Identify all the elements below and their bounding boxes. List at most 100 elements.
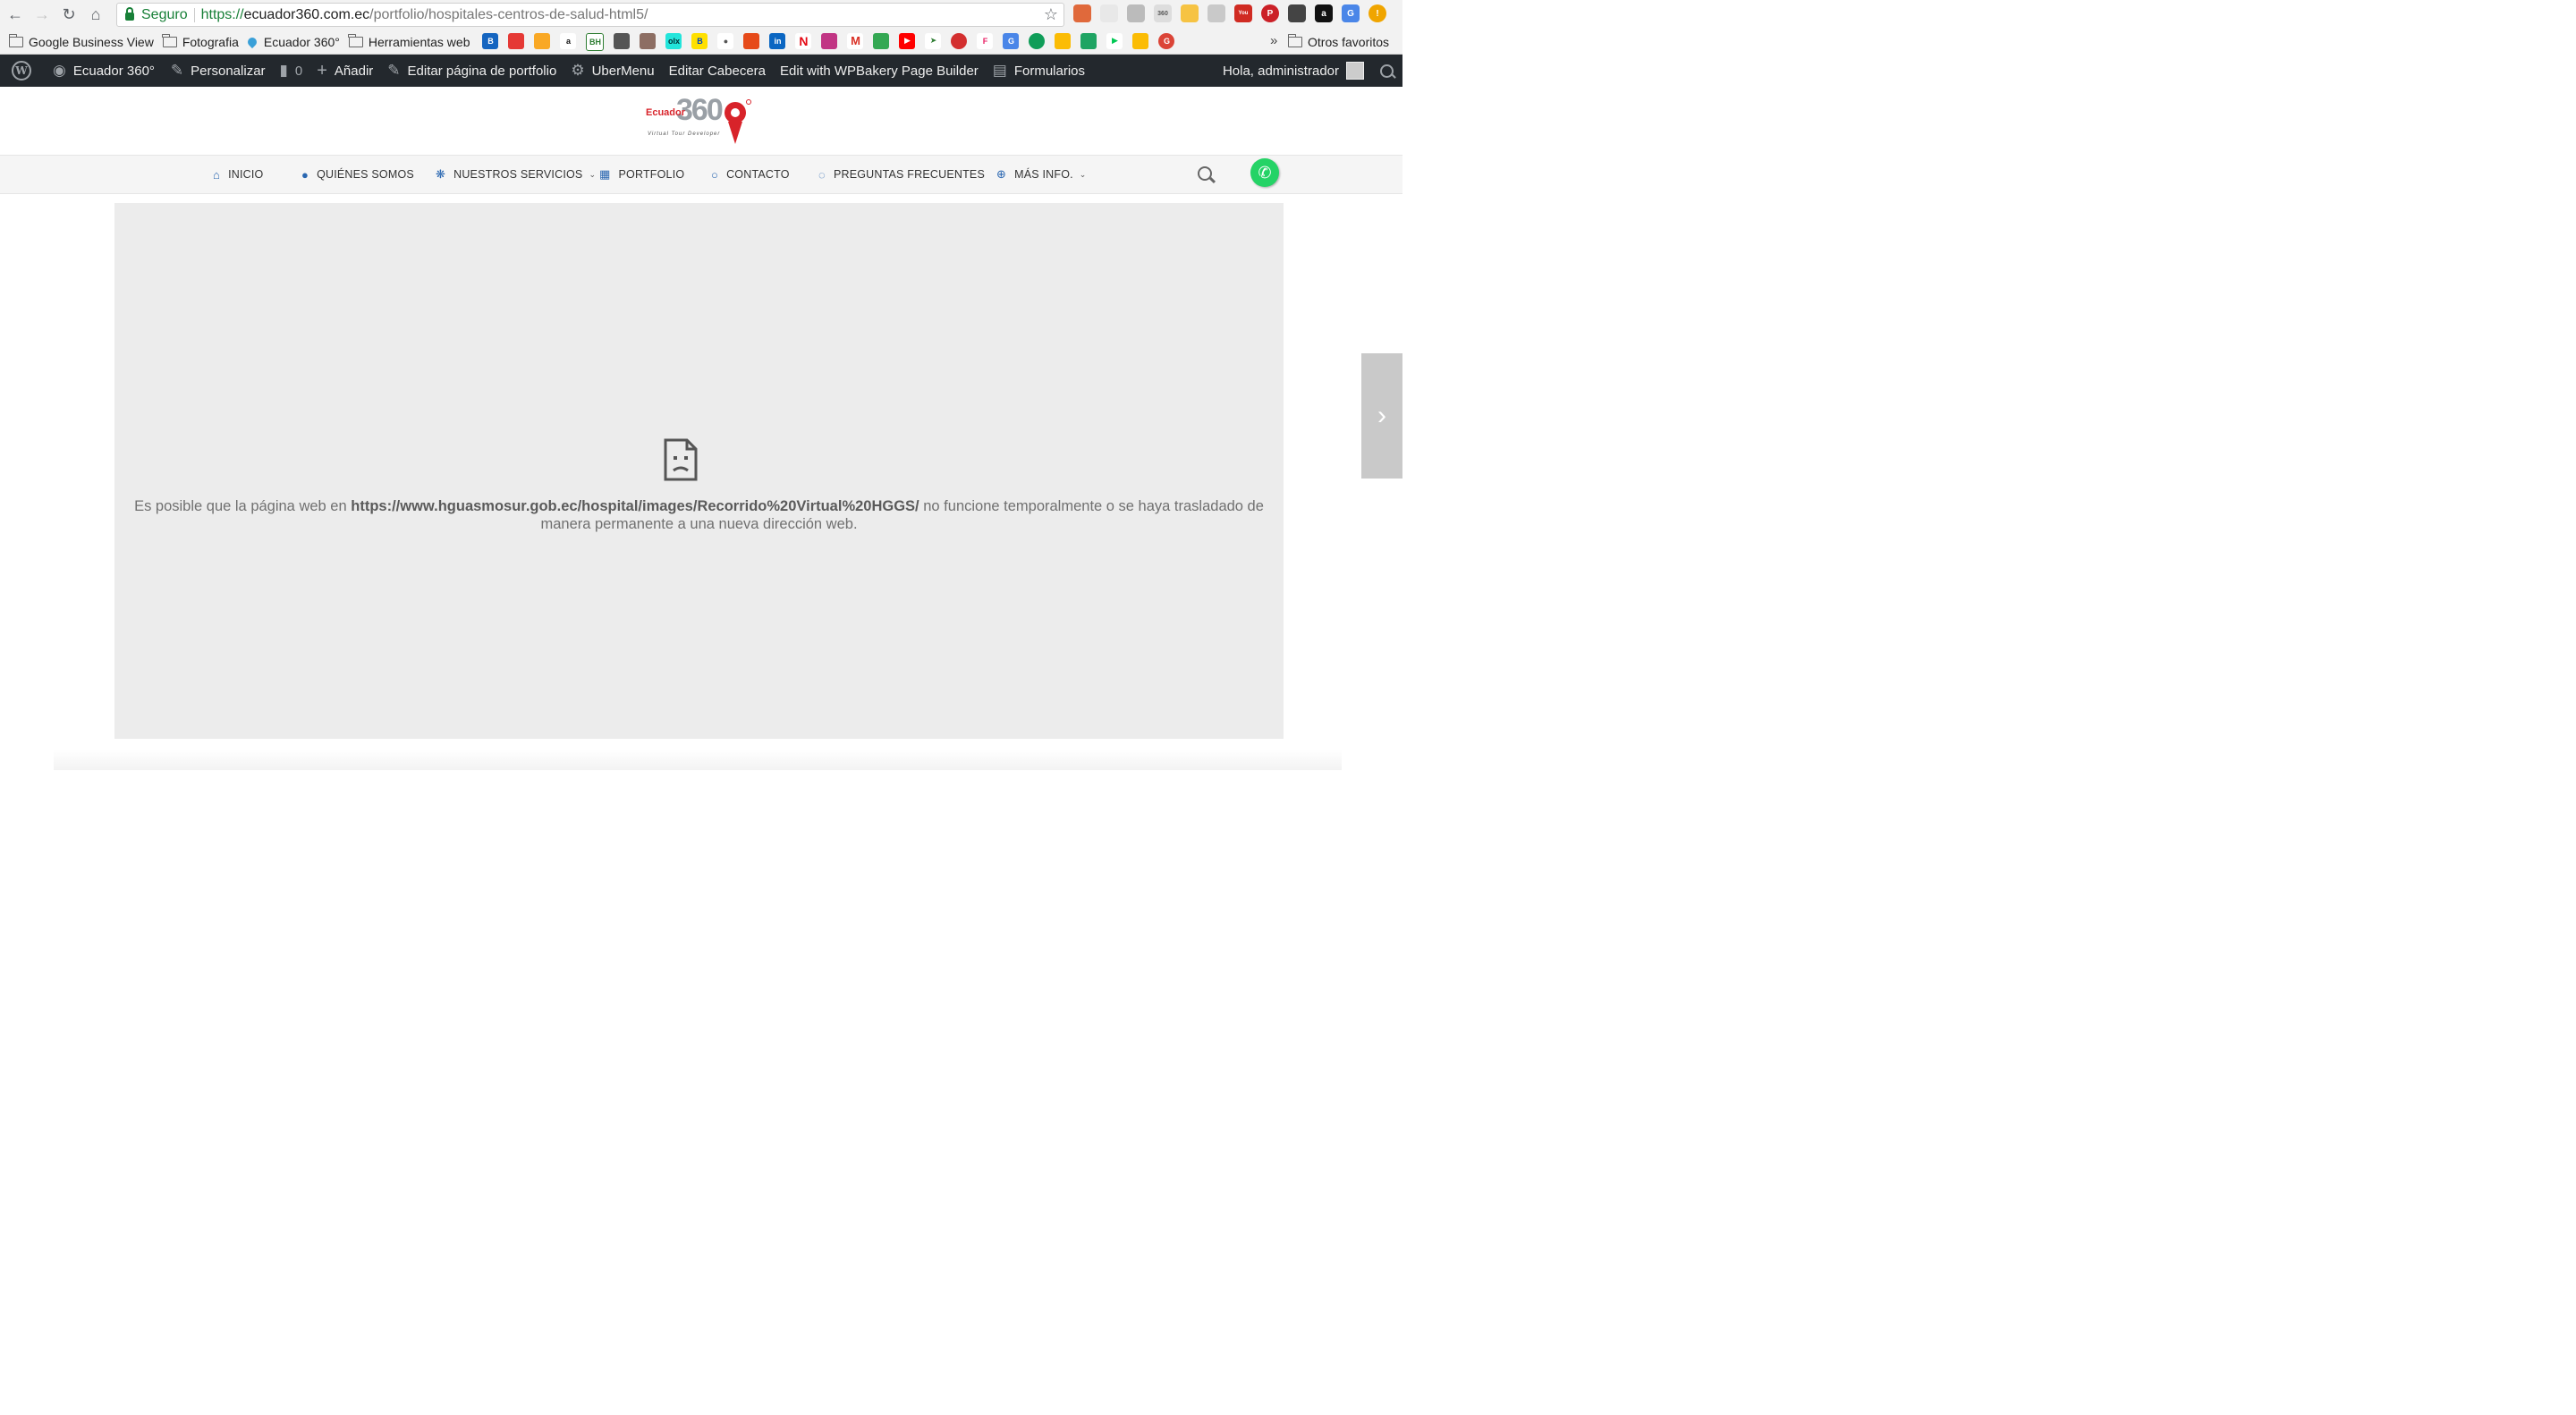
google-drive-icon[interactable]: [1181, 4, 1199, 22]
logo-pin-icon: [724, 99, 751, 144]
google-plus-icon[interactable]: G: [1158, 32, 1175, 49]
edit-header-link[interactable]: Editar Cabecera: [662, 64, 773, 79]
nav-item-preguntas-frecuentes[interactable]: ◌ PREGUNTAS FRECUENTES: [818, 156, 985, 193]
extension-icon[interactable]: [1288, 4, 1306, 22]
bookmark-link[interactable]: Ecuador 360°: [245, 35, 340, 49]
forward-button[interactable]: →: [29, 2, 55, 29]
other-bookmarks[interactable]: Otros favoritos: [1287, 34, 1389, 49]
bookmark-icon[interactable]: F: [977, 32, 994, 49]
google-maps-icon[interactable]: [873, 32, 890, 49]
home-button[interactable]: ⌂: [82, 2, 109, 29]
nav-item-mas-info[interactable]: ⊕ MÁS INFO. ⌄: [996, 156, 1087, 193]
bookmark-icon[interactable]: [640, 32, 657, 49]
comments-link[interactable]: ▮ 0: [273, 62, 310, 80]
home-icon: ⌂: [213, 167, 221, 182]
wordpress-icon: W: [12, 61, 31, 80]
wp-admin-bar: W ◉ Ecuador 360° ✎ Personalizar ▮ 0 + Añadir…: [0, 55, 1402, 87]
bookmarks-bar: Google Business View Fotografia Ecuador …: [0, 30, 1402, 55]
olx-icon[interactable]: olx: [665, 32, 682, 49]
nav-item-portfolio[interactable]: ▦ PORTFOLIO: [599, 156, 684, 193]
extension-icon[interactable]: 360: [1154, 4, 1172, 22]
extension-icon[interactable]: [1100, 4, 1118, 22]
customize-link[interactable]: ✎ Personalizar: [164, 62, 273, 80]
folder-icon: [8, 33, 23, 47]
gmail-icon[interactable]: M: [847, 32, 864, 49]
extension-icon[interactable]: [1127, 4, 1145, 22]
nav-item-contacto[interactable]: ○ CONTACTO: [711, 156, 790, 193]
translate-icon[interactable]: G: [1342, 4, 1360, 22]
next-project-button[interactable]: ›: [1361, 353, 1402, 479]
search-icon[interactable]: [1380, 64, 1394, 78]
nav-item-quienes-somos[interactable]: ● QUIÉNES SOMOS: [301, 156, 414, 193]
bookmark-folder[interactable]: Herramientas web: [348, 33, 470, 49]
chat-icon: ◌: [818, 167, 826, 182]
browser-toolbar: ← → ↻ ⌂ Seguro https://ecuador360.com.ec…: [0, 0, 1402, 30]
amazon-icon[interactable]: a: [560, 32, 577, 49]
office-icon[interactable]: [743, 32, 760, 49]
bookmark-icons: B a BH olx B ● in N M ▶ ➤ F G ▶ G: [482, 32, 1175, 51]
back-button[interactable]: ←: [2, 2, 29, 29]
url-host: ecuador360.com.ec: [243, 6, 370, 22]
url-path: /portfolio/hospitales-centros-de-salud-h…: [369, 6, 648, 22]
youtube-icon[interactable]: You: [1234, 4, 1252, 22]
site-logo[interactable]: 360 Ecuador Virtual Tour Developer: [646, 93, 753, 148]
bookmark-folder[interactable]: Fotografia: [162, 33, 239, 49]
amazon-icon[interactable]: a: [1315, 4, 1333, 22]
folder-icon: [162, 33, 177, 47]
embedded-tour-frame[interactable]: [114, 203, 1284, 739]
linkedin-icon[interactable]: in: [769, 32, 786, 49]
error-url: https://www.hguasmosur.gob.ec/hospital/i…: [351, 498, 919, 514]
forms-link[interactable]: ▤ Formularios: [986, 62, 1092, 80]
youtube-icon[interactable]: ▶: [899, 32, 916, 49]
gears-icon: ⚙: [571, 62, 585, 79]
photos-icon[interactable]: [1055, 32, 1072, 49]
bookmark-icon[interactable]: [614, 32, 631, 49]
translate-icon[interactable]: G: [1003, 32, 1020, 49]
bookmark-icon[interactable]: [534, 32, 551, 49]
keep-icon[interactable]: [1132, 32, 1149, 49]
bookmark-folder[interactable]: Google Business View: [8, 33, 154, 49]
plus-circle-icon: ⊕: [996, 167, 1007, 181]
apple-icon[interactable]: ●: [717, 32, 734, 49]
skype-icon[interactable]: [1208, 4, 1225, 22]
bookmark-icon[interactable]: [508, 32, 525, 49]
bookmark-star-icon[interactable]: ☆: [1044, 5, 1058, 24]
bookmark-icon[interactable]: [951, 32, 968, 49]
bookmark-icon[interactable]: B: [482, 32, 499, 49]
nav-item-nuestros-servicios[interactable]: ❋ NUESTROS SERVICIOS ⌄: [436, 156, 596, 193]
grid-icon: ▦: [599, 167, 611, 181]
whatsapp-icon[interactable]: ✆: [1250, 158, 1279, 187]
lock-icon: [125, 6, 134, 21]
bookmark-icon[interactable]: BH: [586, 32, 605, 51]
bookmark-icon[interactable]: ➤: [925, 32, 942, 49]
map-pin-icon: [245, 35, 258, 48]
instagram-icon[interactable]: [821, 32, 838, 49]
comment-icon: ▮: [279, 62, 288, 79]
alert-icon[interactable]: !: [1368, 4, 1386, 22]
add-new-link[interactable]: + Añadir: [309, 61, 380, 81]
forms-icon: ▤: [992, 62, 1007, 79]
pinterest-icon[interactable]: P: [1261, 4, 1279, 22]
folder-icon: [348, 33, 363, 47]
lock-icon: ○: [711, 167, 719, 182]
reload-button[interactable]: ↻: [55, 2, 82, 29]
ubermenu-link[interactable]: ⚙ UberMenu: [564, 62, 661, 80]
edit-portfolio-link[interactable]: ✎ Editar página de portfolio: [380, 62, 564, 80]
plus-icon: +: [317, 60, 327, 80]
wpbakery-link[interactable]: Edit with WPBakery Page Builder: [773, 64, 986, 79]
search-icon[interactable]: [1198, 166, 1212, 181]
extension-icon[interactable]: [1073, 4, 1091, 22]
account-menu[interactable]: Hola, administrador: [1216, 62, 1380, 80]
footer-shadow: [54, 750, 1342, 770]
bestbuy-icon[interactable]: B: [691, 32, 708, 49]
wp-logo-button[interactable]: W: [0, 61, 38, 80]
brush-icon: ✎: [170, 62, 184, 79]
hangouts-icon[interactable]: [1029, 32, 1046, 49]
google-drive-icon[interactable]: [1080, 32, 1097, 49]
address-bar[interactable]: Seguro https://ecuador360.com.ec/portfol…: [116, 3, 1064, 27]
chevron-more-icon[interactable]: »: [1270, 33, 1277, 48]
nav-item-inicio[interactable]: ⌂ INICIO: [213, 156, 263, 193]
netflix-icon[interactable]: N: [795, 32, 812, 49]
play-store-icon[interactable]: ▶: [1106, 32, 1123, 49]
site-name-link[interactable]: ◉ Ecuador 360°: [46, 62, 162, 80]
